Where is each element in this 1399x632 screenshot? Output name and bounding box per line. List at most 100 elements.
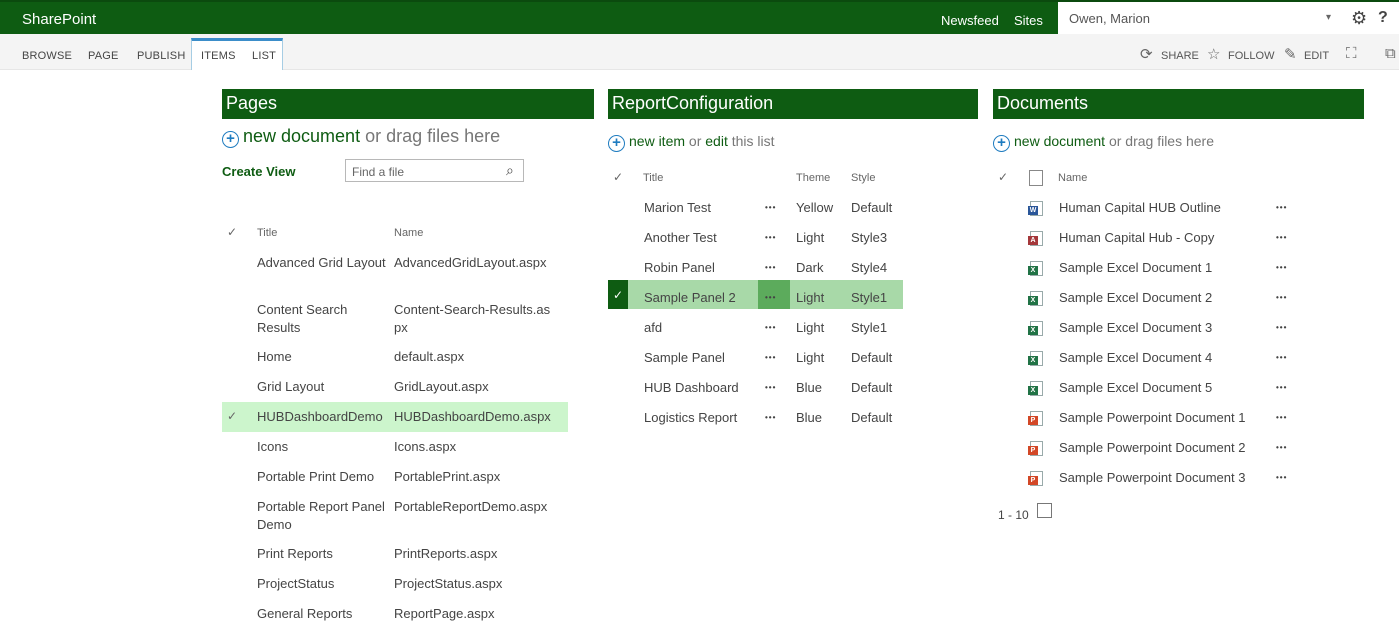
column-title[interactable]: Title [643,172,663,184]
newsfeed-link[interactable]: Newsfeed [941,13,999,28]
table-row-title[interactable]: Icons [257,438,387,456]
focus-content-icon[interactable]: ⛶ [1346,45,1357,62]
user-menu[interactable]: Owen, Marion ▾ [1058,2,1348,36]
document-name-link[interactable]: Sample Powerpoint Document 1 [1059,409,1245,427]
table-row-name[interactable]: ProjectStatus.aspx [394,575,554,593]
table-row-title[interactable]: Home [257,348,387,366]
ellipsis-menu-icon[interactable]: ••• [765,233,776,242]
plus-circle-icon[interactable]: + [608,135,625,152]
document-name-link[interactable]: Sample Excel Document 1 [1059,259,1212,277]
new-item-link[interactable]: new item [629,133,685,149]
new-document-link[interactable]: new document [1014,133,1105,149]
table-row-name[interactable]: ReportPage.aspx [394,605,554,623]
list-item-title[interactable]: Robin Panel [644,259,715,277]
ellipsis-menu-icon[interactable]: ••• [1276,263,1287,272]
table-row-title[interactable]: Print Reports [257,545,387,563]
ellipsis-menu-icon[interactable]: ••• [765,413,776,422]
column-name[interactable]: Name [394,227,423,239]
search-input[interactable]: Find a file ⌕ [345,159,524,182]
tab-publish[interactable]: PUBLISH [137,50,185,62]
column-title[interactable]: Title [257,227,277,239]
table-row-name[interactable]: Content-Search-Results.aspx [394,301,554,337]
search-icon[interactable]: ⌕ [506,162,514,179]
list-item-title[interactable]: Sample Panel [644,349,725,367]
ellipsis-menu-icon[interactable]: ••• [765,323,776,332]
plus-circle-icon[interactable]: + [993,135,1010,152]
edit-link[interactable]: edit [705,133,728,149]
table-row-title[interactable]: HUBDashboardDemo [257,408,387,426]
table-row-name[interactable]: default.aspx [394,348,554,366]
gear-icon[interactable]: ⚙ [1351,8,1367,29]
column-style[interactable]: Style [851,172,875,184]
select-all-check[interactable]: ✓ [613,170,623,184]
edit-button[interactable]: EDIT [1304,50,1329,62]
plus-circle-icon[interactable]: + [222,131,239,148]
ellipsis-menu-icon[interactable]: ••• [1276,203,1287,212]
column-name[interactable]: Name [1058,172,1087,184]
table-row-name[interactable]: PortablePrint.aspx [394,468,554,486]
list-item-title[interactable]: HUB Dashboard [644,379,739,397]
ellipsis-menu-icon[interactable]: ••• [1276,293,1287,302]
table-row-title[interactable]: Grid Layout [257,378,387,396]
document-name-link[interactable]: Sample Excel Document 4 [1059,349,1212,367]
ellipsis-menu-icon[interactable]: ••• [1276,383,1287,392]
list-item-title[interactable]: Another Test [644,229,717,247]
ellipsis-menu-icon[interactable]: ••• [1276,353,1287,362]
table-row-name[interactable]: PortableReportDemo.aspx [394,498,554,516]
list-item-title[interactable]: afd [644,319,662,337]
column-theme[interactable]: Theme [796,172,830,184]
table-row-title[interactable]: General Reports [257,605,387,623]
documents-title[interactable]: Documents [993,89,1364,119]
tab-items[interactable]: ITEMS [201,50,236,62]
ellipsis-menu-icon[interactable]: ••• [1276,323,1287,332]
table-row-title[interactable]: Advanced Grid Layout [257,254,387,272]
ellipsis-menu-icon[interactable]: ••• [1276,443,1287,452]
document-name-link[interactable]: Sample Excel Document 2 [1059,289,1212,307]
list-item-title[interactable]: Logistics Report [644,409,737,427]
list-item-title[interactable]: Marion Test [644,199,711,217]
tab-page[interactable]: PAGE [88,50,119,62]
ellipsis-menu-icon[interactable]: ••• [1276,473,1287,482]
ellipsis-menu-icon[interactable]: ••• [765,353,776,362]
table-row-title[interactable]: Portable Report Panel Demo [257,498,387,534]
select-all-check[interactable]: ✓ [998,170,1008,184]
document-name-link[interactable]: Sample Excel Document 5 [1059,379,1212,397]
document-name-link[interactable]: Human Capital HUB Outline [1059,199,1221,217]
list-item-theme: Light [796,290,825,305]
document-name-link[interactable]: Human Capital Hub - Copy [1059,229,1214,247]
table-row-title[interactable]: Content Search Results [257,301,387,337]
table-row-name[interactable]: AdvancedGridLayout.aspx [394,254,554,272]
document-name-link[interactable]: Sample Powerpoint Document 3 [1059,469,1245,487]
ellipsis-menu-icon[interactable]: ••• [765,203,776,212]
pages-title[interactable]: Pages [222,89,594,119]
row-check[interactable]: ✓ [613,288,623,302]
ellipsis-menu-icon[interactable]: ••• [765,383,776,392]
table-row-name[interactable]: GridLayout.aspx [394,378,554,396]
tab-browse[interactable]: BROWSE [22,50,72,62]
table-row-name[interactable]: Icons.aspx [394,438,554,456]
row-check[interactable]: ✓ [227,409,237,423]
help-icon[interactable]: ? [1378,9,1388,27]
next-page-icon[interactable] [1037,503,1052,518]
document-name-link[interactable]: Sample Powerpoint Document 2 [1059,439,1245,457]
follow-button[interactable]: FOLLOW [1228,50,1274,62]
ellipsis-menu-icon[interactable]: ••• [765,293,776,302]
table-row-name[interactable]: PrintReports.aspx [394,545,554,563]
table-row-title[interactable]: ProjectStatus [257,575,387,593]
sharepoint-brand[interactable]: SharePoint [22,11,96,28]
create-view-link[interactable]: Create View [222,163,295,181]
list-item-title[interactable]: Sample Panel 2 [644,289,736,307]
ellipsis-menu-icon[interactable]: ••• [765,263,776,272]
report-title[interactable]: ReportConfiguration [608,89,978,119]
embed-icon[interactable]: ⧉ [1385,45,1396,62]
table-row-title[interactable]: Portable Print Demo [257,468,387,486]
tab-list[interactable]: LIST [252,50,276,62]
new-document-link[interactable]: new document [243,126,360,146]
table-row-name[interactable]: HUBDashboardDemo.aspx [394,408,554,426]
ellipsis-menu-icon[interactable]: ••• [1276,413,1287,422]
sites-link[interactable]: Sites [1014,13,1043,28]
select-all-check[interactable]: ✓ [227,225,237,239]
ellipsis-menu-icon[interactable]: ••• [1276,233,1287,242]
document-name-link[interactable]: Sample Excel Document 3 [1059,319,1212,337]
share-button[interactable]: SHARE [1161,50,1199,62]
